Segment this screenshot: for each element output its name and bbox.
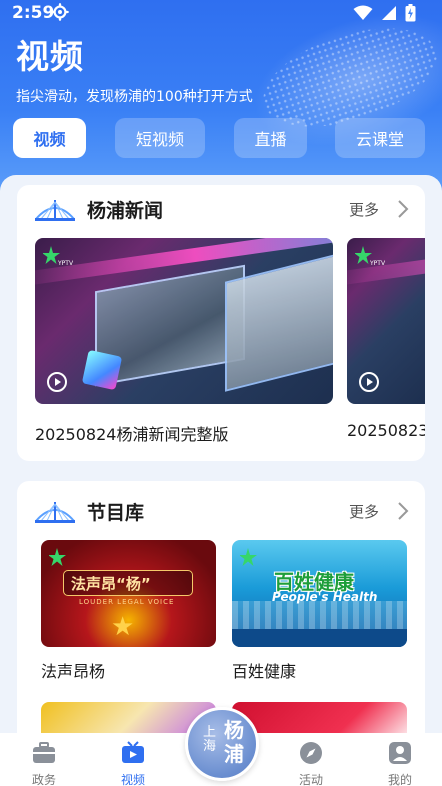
news-video-title[interactable]: 20250823 — [347, 421, 425, 440]
badge-main-text: 杨浦 — [224, 718, 244, 766]
compass-icon — [300, 742, 322, 764]
nav-label: 活动 — [298, 773, 323, 786]
tab-cloud-class[interactable]: 云课堂 — [335, 118, 425, 158]
svg-text:YPTV: YPTV — [57, 260, 73, 266]
content-area[interactable]: 杨浦新闻 更多 YPTV YPTV 20250824杨浦新闻完整版 202508… — [0, 175, 442, 786]
program-thumbnail[interactable]: 法声昂“杨” LOUDER LEGAL VOICE ★ — [41, 540, 216, 647]
bridge-logo-icon — [35, 200, 75, 221]
play-icon[interactable] — [359, 372, 379, 392]
nav-label: 我的 — [387, 773, 412, 786]
program-title[interactable]: 百姓健康 — [232, 658, 296, 682]
program-more-link[interactable]: 更多 — [349, 501, 379, 522]
status-time: 2:59 — [12, 3, 55, 23]
nav-item-video[interactable]: 视频 — [103, 733, 163, 786]
page-title: 视频 — [16, 37, 84, 76]
program-thumb-title: 法声昂“杨” — [71, 575, 151, 593]
page-subtitle: 指尖滑动，发现杨浦的100种打开方式 — [16, 89, 253, 105]
thumb-decoration — [232, 629, 407, 647]
yangpu-home-badge[interactable]: 上海 杨浦 — [185, 707, 259, 781]
chevron-right-icon[interactable] — [397, 501, 409, 521]
badge-small-text: 上海 — [203, 725, 217, 754]
tab-short-video[interactable]: 短视频 — [115, 118, 205, 158]
news-card-header: 杨浦新闻 更多 — [17, 185, 425, 233]
wifi-icon — [353, 5, 373, 20]
nav-label: 视频 — [120, 773, 145, 786]
nav-item-government[interactable]: 政务 — [14, 733, 74, 786]
news-more-link[interactable]: 更多 — [349, 199, 379, 220]
channel-logo-icon — [240, 548, 257, 566]
svg-text:YPTV: YPTV — [369, 260, 385, 266]
program-thumb-subtitle: People's Health — [272, 590, 378, 604]
chevron-right-icon[interactable] — [397, 199, 409, 219]
briefcase-icon — [33, 742, 55, 763]
thumb-decoration — [81, 349, 123, 391]
thumb-decoration — [232, 601, 407, 629]
nav-item-activity[interactable]: 活动 — [281, 733, 341, 786]
tab-live[interactable]: 直播 — [234, 118, 307, 158]
settings-gear-icon — [51, 3, 69, 21]
news-card: 杨浦新闻 更多 YPTV YPTV 20250824杨浦新闻完整版 202508… — [17, 185, 425, 461]
program-card-header: 节目库 更多 — [17, 487, 425, 535]
tv-icon — [122, 741, 144, 763]
battery-icon — [405, 4, 416, 22]
cellular-signal-icon — [382, 6, 396, 20]
profile-icon — [389, 742, 411, 764]
news-video-title[interactable]: 20250824杨浦新闻完整版 — [35, 421, 228, 445]
news-video-thumbnail[interactable]: YPTV — [347, 238, 425, 404]
nav-item-profile[interactable]: 我的 — [370, 733, 430, 786]
play-icon[interactable] — [47, 372, 67, 392]
category-tabs: 视频 短视频 直播 云课堂 — [13, 118, 433, 158]
channel-logo-icon: YPTV — [355, 246, 385, 266]
nav-label: 政务 — [31, 773, 56, 786]
program-title[interactable]: 法声昂杨 — [41, 658, 105, 682]
program-thumbnail[interactable]: 百姓健康 People's Health — [232, 540, 407, 647]
emblem-icon: ★ — [111, 612, 135, 642]
channel-logo-icon — [49, 548, 66, 566]
tab-video[interactable]: 视频 — [13, 118, 86, 158]
channel-logo-icon: YPTV — [43, 246, 73, 266]
program-thumb-subtitle: LOUDER LEGAL VOICE — [79, 598, 175, 606]
header-banner: 2:59 视频 指尖滑动，发现杨浦的100种打开方式 视频 短视频 直播 云课堂 — [0, 0, 442, 200]
news-video-thumbnail[interactable]: YPTV — [35, 238, 333, 404]
news-section-title: 杨浦新闻 — [87, 200, 164, 222]
program-section-title: 节目库 — [87, 502, 145, 524]
bridge-logo-icon — [35, 502, 75, 523]
status-bar: 2:59 — [0, 0, 442, 28]
